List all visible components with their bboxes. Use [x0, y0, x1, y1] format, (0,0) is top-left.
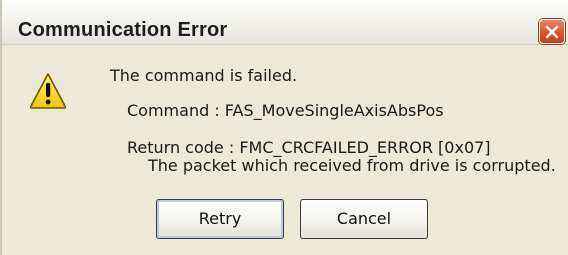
error-detail: The packet which received from drive is …: [148, 156, 556, 175]
return-code-line: Return code : FMC_CRCFAILED_ERROR [0x07]: [127, 138, 491, 157]
close-button[interactable]: [539, 19, 565, 44]
dialog-title: Communication Error: [18, 19, 228, 41]
retry-button[interactable]: Retry: [156, 199, 284, 239]
title-bar[interactable]: Communication Error: [2, 0, 568, 45]
command-line: Command : FAS_MoveSingleAxisAbsPos: [127, 101, 444, 120]
error-message: The command is failed.: [110, 66, 298, 85]
warning-icon: [29, 73, 67, 109]
cancel-button[interactable]: Cancel: [300, 199, 428, 239]
error-dialog: Communication Error The command is faile…: [0, 0, 568, 255]
close-icon: [545, 25, 559, 39]
